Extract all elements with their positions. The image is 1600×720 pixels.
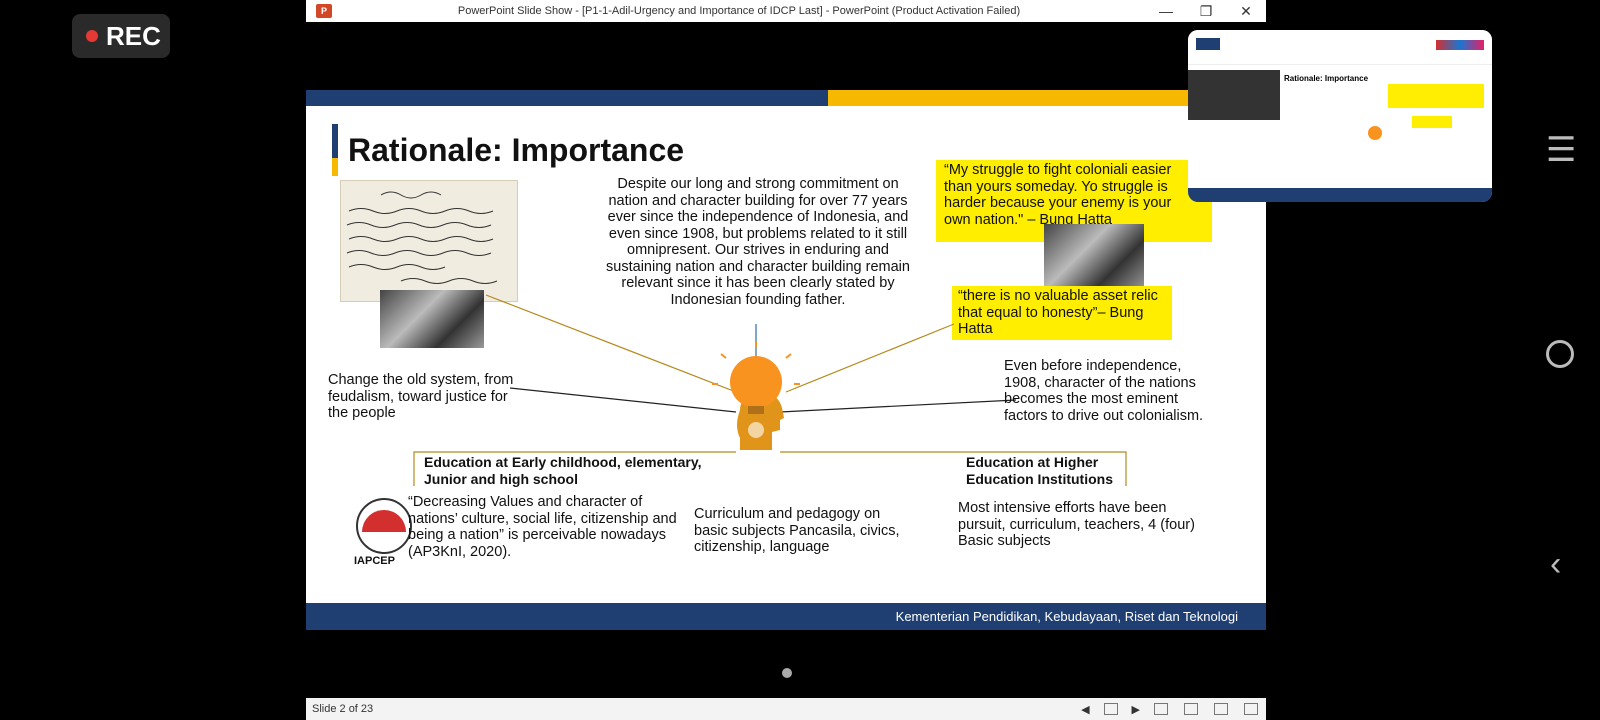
slide-sorter-icon[interactable] xyxy=(1184,703,1198,715)
slide-thumbnail[interactable]: Rationale: Importance xyxy=(1188,30,1492,202)
right-text: Even before independence, 1908, characte… xyxy=(1004,358,1204,424)
lightbulb-head-icon xyxy=(712,342,800,450)
decreasing-quote: “Decreasing Values and character of nati… xyxy=(408,494,677,560)
thumb-bulb-icon xyxy=(1368,126,1382,140)
left-text: Change the old system, from feudalism, t… xyxy=(328,372,514,421)
connector-left xyxy=(509,387,737,413)
iapcep-logo xyxy=(356,498,412,554)
slide[interactable]: Rationale: Importance Despite our long a… xyxy=(306,90,1266,630)
menu-icon[interactable]: ☰ xyxy=(1546,130,1576,170)
prev-slide-button[interactable]: ◀ xyxy=(1081,703,1089,716)
thumb-quote2-highlight xyxy=(1412,116,1452,128)
thumb-footer xyxy=(1188,188,1492,202)
connector-manuscript xyxy=(485,294,737,393)
back-chevron-icon[interactable]: ‹ xyxy=(1550,545,1561,584)
close-button[interactable]: ✕ xyxy=(1226,3,1266,20)
powerpoint-icon: P xyxy=(316,4,332,18)
edu-early-heading: Education at Early childhood, elementary… xyxy=(424,454,702,487)
reading-view-icon[interactable] xyxy=(1214,703,1228,715)
curriculum-text: Curriculum and pedagogy on basic subject… xyxy=(694,506,900,555)
next-slide-button[interactable]: ▶ xyxy=(1132,703,1140,716)
minimize-button[interactable]: — xyxy=(1146,3,1186,19)
slide-counter: Slide 2 of 23 xyxy=(312,703,374,715)
thumb-badges xyxy=(1436,40,1484,50)
thumb-video-photo xyxy=(1188,70,1280,120)
home-circle-icon[interactable] xyxy=(1546,340,1574,368)
page-indicator-dot xyxy=(782,668,792,678)
window-title: PowerPoint Slide Show - [P1-1-Adil-Urgen… xyxy=(457,5,1021,17)
window-titlebar: P PowerPoint Slide Show - [P1-1-Adil-Urg… xyxy=(306,0,1266,22)
rec-label: REC xyxy=(106,20,161,51)
connector-right xyxy=(779,399,1017,413)
thumb-quote-highlight xyxy=(1388,84,1484,108)
edu-higher-heading: Education at Higher Education Institutio… xyxy=(966,454,1113,487)
normal-view-icon[interactable] xyxy=(1154,703,1168,715)
slide-footer: Kementerian Pendidikan, Kebudayaan, Rise… xyxy=(306,603,1266,630)
record-dot-icon xyxy=(86,30,98,42)
slide-menu-icon[interactable] xyxy=(1103,703,1118,715)
status-bar: Slide 2 of 23 ◀ ▶ xyxy=(306,698,1266,720)
iapcep-label: IAPCEP xyxy=(354,555,395,567)
restore-button[interactable]: ❐ xyxy=(1186,3,1226,20)
connector-quote2 xyxy=(785,323,955,393)
slideshow-view-icon[interactable] xyxy=(1244,703,1258,715)
higher-edu-text: Most intensive efforts have been pursuit… xyxy=(958,500,1195,549)
thumb-title: Rationale: Importance xyxy=(1284,74,1369,83)
thumb-logo xyxy=(1196,38,1220,50)
rec-indicator[interactable]: REC xyxy=(72,14,170,58)
